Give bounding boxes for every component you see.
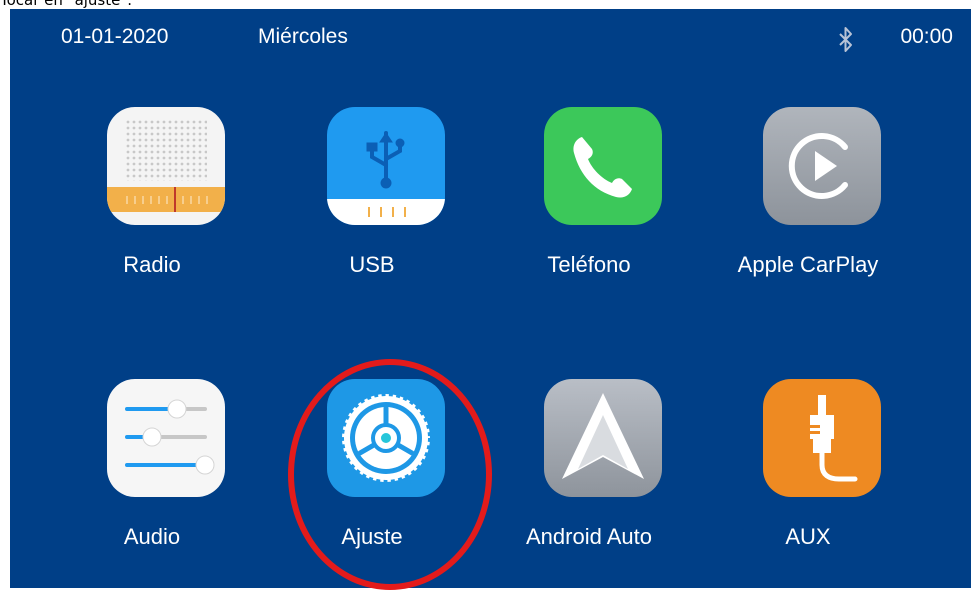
audio-sliders-icon <box>107 379 225 497</box>
app-apple-carplay[interactable]: Apple CarPlay <box>718 107 898 307</box>
usb-icon <box>327 107 445 225</box>
app-label: Radio <box>123 252 181 277</box>
bluetooth-icon <box>839 27 852 52</box>
carplay-icon <box>763 107 881 225</box>
app-telefono[interactable]: Teléfono <box>499 107 679 307</box>
app-label: Android Auto <box>526 524 652 549</box>
clock-text: 00:00 <box>900 25 953 48</box>
aux-cable-icon <box>763 379 881 497</box>
android-auto-icon <box>544 379 662 497</box>
app-label: Audio <box>123 524 181 549</box>
app-label: AUX <box>785 524 831 549</box>
app-audio[interactable]: Audio <box>62 379 242 579</box>
app-label: Apple CarPlay <box>737 252 879 277</box>
instruction-caption: Tocar en "ajuste". <box>0 0 133 9</box>
app-label: Teléfono <box>547 252 631 277</box>
head-unit-screen: 01-01-2020 Miércoles 00:00 Radio USB Tel… <box>10 9 971 590</box>
app-aux[interactable]: AUX <box>718 379 898 579</box>
highlight-circle <box>288 359 492 590</box>
status-bar: 01-01-2020 Miércoles 00:00 <box>10 25 971 55</box>
app-label: USB <box>349 252 395 277</box>
radio-icon <box>107 107 225 225</box>
app-usb[interactable]: USB <box>282 107 462 307</box>
weekday-text: Miércoles <box>258 25 348 48</box>
phone-icon <box>544 107 662 225</box>
app-android-auto[interactable]: Android Auto <box>499 379 679 579</box>
app-radio[interactable]: Radio <box>62 107 242 307</box>
date-text: 01-01-2020 <box>61 25 169 48</box>
